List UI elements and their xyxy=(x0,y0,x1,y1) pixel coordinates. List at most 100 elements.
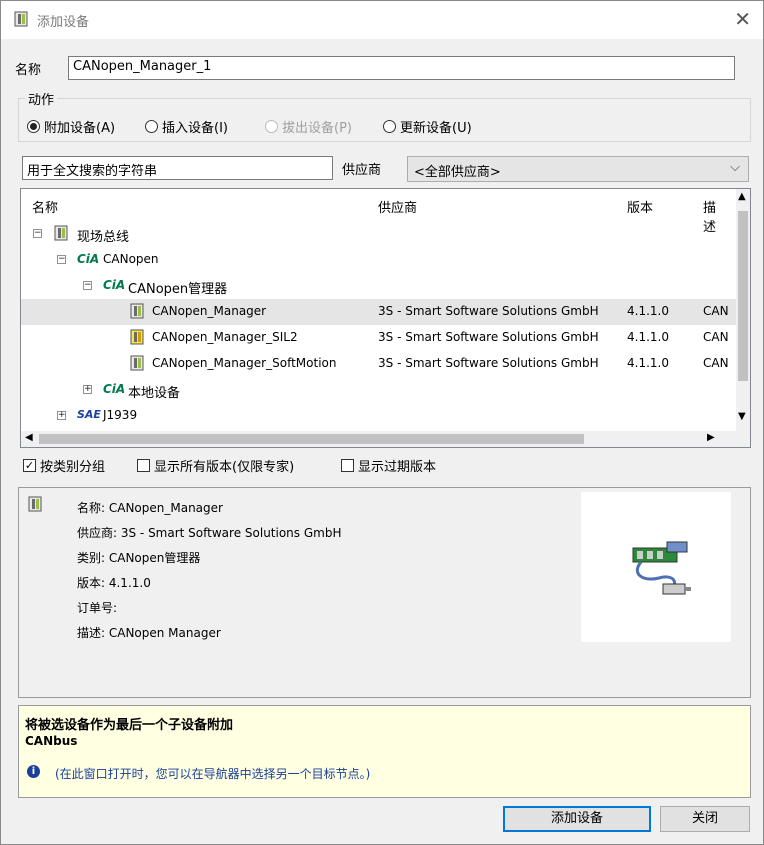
checkbox-show-all-versions[interactable]: 显示所有版本(仅限专家) xyxy=(137,456,294,475)
info-category: 类别: CANopen管理器 xyxy=(77,551,201,565)
device-tree[interactable]: 名称 供应商 版本 描述 − 现场总线 − CiA CANopen − CiA … xyxy=(20,188,751,448)
radio-dot xyxy=(145,120,158,133)
info-description: 描述: CANopen Manager xyxy=(77,626,221,640)
info-name: 名称: CANopen_Manager xyxy=(77,501,223,515)
tree-node-local-devices[interactable]: + CiA 本地设备 xyxy=(21,377,738,403)
info-version: 版本: 4.1.1.0 xyxy=(77,576,151,590)
device-info-panel: 名称: CANopen_Manager 供应商: 3S - Smart Soft… xyxy=(18,487,751,698)
tree-node-canopen[interactable]: − CiA CANopen xyxy=(21,247,738,273)
cia-icon: CiA xyxy=(103,382,126,396)
hint-title: 将被选设备作为最后一个子设备附加 xyxy=(25,718,234,733)
can-adapter-icon xyxy=(632,541,691,595)
device-vendor: 3S - Smart Software Solutions GmbH xyxy=(378,356,599,370)
vendor-select[interactable]: <全部供应商> ⌵ xyxy=(407,156,749,182)
scroll-thumb[interactable] xyxy=(738,211,748,381)
check-icon: ✓ xyxy=(23,459,36,472)
device-vendor: 3S - Smart Software Solutions GmbH xyxy=(378,330,599,344)
radio-label: 附加设备(A) xyxy=(44,121,116,136)
radio-dot xyxy=(383,120,396,133)
device-sil2-icon xyxy=(130,329,144,345)
add-device-dialog: 添加设备 ✕ 名称 CANopen_Manager_1 动作 附加设备(A) 插… xyxy=(0,0,764,845)
radio-label: 拔出设备(P) xyxy=(282,121,352,136)
info-order: 订单号: xyxy=(77,601,118,615)
column-header-version[interactable]: 版本 xyxy=(627,197,653,216)
scroll-down-icon[interactable]: ▼ xyxy=(738,411,746,422)
device-icon xyxy=(28,496,42,512)
collapse-icon[interactable]: − xyxy=(33,229,42,238)
device-preview-image xyxy=(581,492,731,642)
column-header-vendor[interactable]: 供应商 xyxy=(378,197,417,216)
cia-icon: CiA xyxy=(77,252,100,266)
name-input[interactable]: CANopen_Manager_1 xyxy=(68,56,735,80)
column-header-name[interactable]: 名称 xyxy=(32,197,58,216)
tree-node-label: 本地设备 xyxy=(128,386,181,401)
vendor-label: 供应商 xyxy=(342,163,382,178)
title-bar: 添加设备 ✕ xyxy=(1,1,763,39)
device-name: CANopen_Manager_SoftMotion xyxy=(152,356,337,370)
checkbox-label: 显示过期版本 xyxy=(358,460,437,475)
collapse-icon[interactable]: − xyxy=(57,255,66,264)
checkbox-group-by-category[interactable]: ✓ 按类别分组 xyxy=(23,456,105,475)
radio-label: 更新设备(U) xyxy=(400,121,472,136)
tree-node-fieldbus[interactable]: − 现场总线 xyxy=(21,221,738,247)
info-icon: i xyxy=(27,765,40,778)
device-version: 4.1.1.0 xyxy=(627,330,669,344)
scroll-thumb[interactable] xyxy=(39,434,584,444)
search-input[interactable]: 用于全文搜索的字符串 xyxy=(22,156,333,180)
radio-update-device[interactable]: 更新设备(U) xyxy=(383,117,472,136)
table-row[interactable]: CANopen_Manager 3S - Smart Software Solu… xyxy=(21,299,738,325)
checkbox-label: 显示所有版本(仅限专家) xyxy=(154,460,295,475)
vertical-scrollbar[interactable]: ▲ ▼ xyxy=(736,189,750,431)
close-button[interactable]: 关闭 xyxy=(660,806,750,832)
radio-plug-device: 拔出设备(P) xyxy=(265,117,352,136)
chevron-down-icon: ⌵ xyxy=(730,160,740,175)
device-name: CANopen_Manager_SIL2 xyxy=(152,330,298,344)
close-icon[interactable]: ✕ xyxy=(734,7,751,31)
expand-icon[interactable]: + xyxy=(57,411,66,420)
info-vendor: 供应商: 3S - Smart Software Solutions GmbH xyxy=(77,526,342,540)
table-row[interactable]: CANopen_Manager_SIL2 3S - Smart Software… xyxy=(21,325,738,351)
device-desc: CAN xyxy=(703,356,729,370)
tree-node-label: CANopen管理器 xyxy=(128,282,228,297)
collapse-icon[interactable]: − xyxy=(83,281,92,290)
horizontal-scrollbar[interactable]: ◀ ▶ xyxy=(21,431,750,447)
radio-dot xyxy=(27,120,40,133)
device-icon xyxy=(14,11,28,27)
vendor-selected: <全部供应商> xyxy=(414,165,501,180)
device-icon xyxy=(54,225,68,241)
scroll-left-icon[interactable]: ◀ xyxy=(25,432,33,443)
tree-node-label: J1939 xyxy=(103,408,138,422)
device-icon xyxy=(130,303,144,319)
radio-dot xyxy=(265,120,278,133)
tree-node-j1939[interactable]: + SAE J1939 xyxy=(21,403,738,429)
device-icon xyxy=(130,355,144,371)
tree-node-label: CANopen xyxy=(103,252,159,266)
scroll-up-icon[interactable]: ▲ xyxy=(738,191,746,202)
device-vendor: 3S - Smart Software Solutions GmbH xyxy=(378,304,599,318)
radio-label: 插入设备(I) xyxy=(162,121,228,136)
device-desc: CAN xyxy=(703,330,729,344)
checkbox-label: 按类别分组 xyxy=(40,460,106,475)
hint-panel: 将被选设备作为最后一个子设备附加 CANbus i (在此窗口打开时，您可以在导… xyxy=(18,705,751,798)
window-title: 添加设备 xyxy=(37,15,90,30)
sae-icon: SAE xyxy=(77,408,101,421)
checkbox-box xyxy=(341,459,354,472)
device-name: CANopen_Manager xyxy=(152,304,267,318)
radio-append-device[interactable]: 附加设备(A) xyxy=(27,117,115,136)
action-group-title: 动作 xyxy=(25,89,58,108)
device-version: 4.1.1.0 xyxy=(627,356,669,370)
hint-note: (在此窗口打开时，您可以在导航器中选择另一个目标节点。) xyxy=(55,767,371,781)
expand-icon[interactable]: + xyxy=(83,385,92,394)
checkbox-show-outdated[interactable]: 显示过期版本 xyxy=(341,456,436,475)
table-row[interactable]: CANopen_Manager_SoftMotion 3S - Smart So… xyxy=(21,351,738,377)
tree-node-manager-group[interactable]: − CiA CANopen管理器 xyxy=(21,273,738,299)
hint-subtitle: CANbus xyxy=(25,734,78,748)
name-label: 名称 xyxy=(15,63,42,78)
device-desc: CAN xyxy=(703,304,729,318)
radio-insert-device[interactable]: 插入设备(I) xyxy=(145,117,228,136)
checkbox-box xyxy=(137,459,150,472)
add-device-button[interactable]: 添加设备 xyxy=(503,806,651,832)
device-version: 4.1.1.0 xyxy=(627,304,669,318)
tree-node-label: 现场总线 xyxy=(77,230,130,245)
scroll-right-icon[interactable]: ▶ xyxy=(707,432,715,443)
